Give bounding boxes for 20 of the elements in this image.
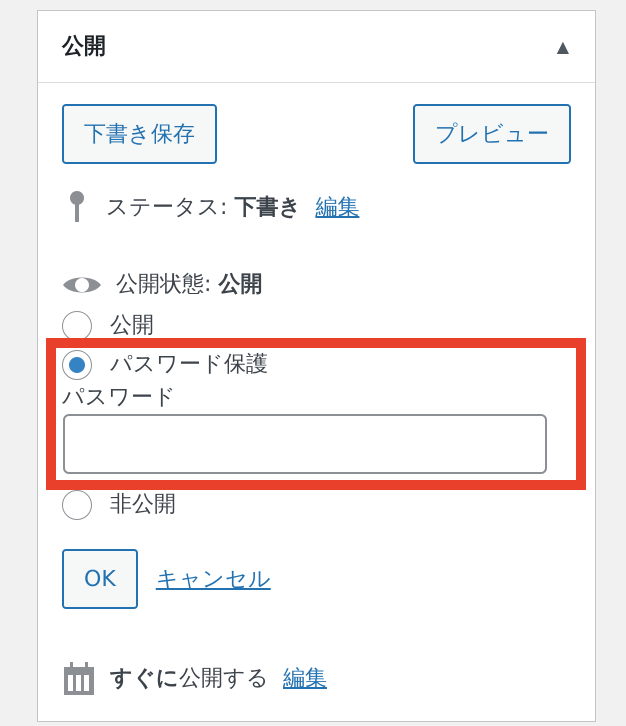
password-label: パスワード (62, 384, 177, 412)
visibility-text: 公開状態: 公開 (116, 271, 262, 299)
edit-link[interactable]: 編集 (315, 190, 360, 224)
password-field[interactable] (63, 414, 547, 474)
calendar-icon (62, 661, 96, 695)
save-draft-button[interactable]: 下書き保存 (62, 104, 217, 164)
radio-button[interactable] (62, 490, 92, 520)
schedule-text: すぐに公開する (110, 664, 269, 692)
option-label: パスワード保護 (110, 351, 268, 379)
radio-button[interactable] (62, 310, 92, 340)
ok-button[interactable]: OK (62, 549, 138, 609)
preview-button[interactable]: プレビュー (413, 104, 571, 164)
option-label: 公開 (110, 312, 154, 340)
panel-title: 公開 (62, 33, 106, 61)
radio-button[interactable] (62, 350, 92, 380)
option-label: 非公開 (110, 491, 176, 519)
collapse-toggle[interactable]: ▲ (556, 34, 569, 58)
cancel-link[interactable]: キャンセル (156, 562, 271, 596)
edit-link[interactable]: 編集 (283, 662, 327, 694)
status-text: ステータス: 下書き (106, 194, 302, 222)
